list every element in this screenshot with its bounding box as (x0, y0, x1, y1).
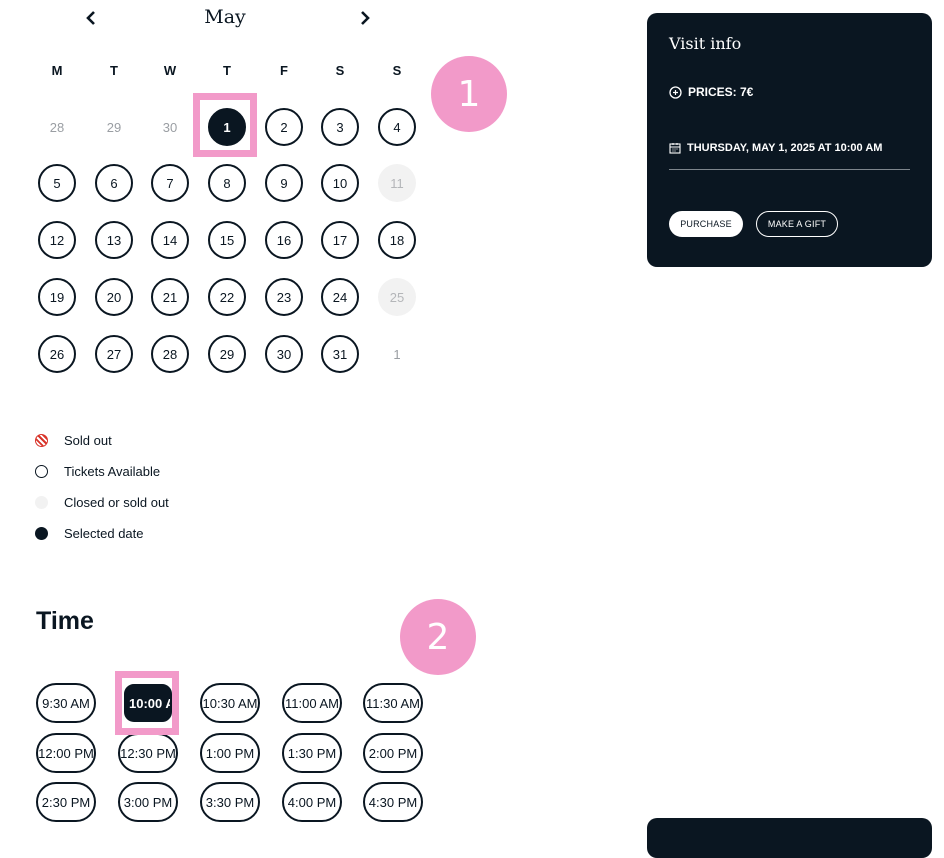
step-badge-1: 1 (431, 56, 507, 132)
calendar-day[interactable]: 2 (265, 108, 303, 146)
date-row: THURSDAY, MAY 1, 2025 AT 10:00 AM (669, 142, 882, 154)
panel-divider (669, 169, 910, 170)
weekday-header: M T W T F S S (0, 63, 430, 79)
closed-swatch (35, 496, 48, 509)
tag-icon (669, 85, 682, 99)
time-slot[interactable]: 4:00 PM (282, 782, 342, 822)
calendar-day[interactable]: 18 (378, 221, 416, 259)
calendar-day[interactable]: 4 (378, 108, 416, 146)
calendar-day[interactable]: 17 (321, 221, 359, 259)
calendar-day[interactable]: 8 (208, 164, 246, 202)
time-slot[interactable]: 4:30 PM (363, 782, 423, 822)
time-slot[interactable]: 11:30 AM (363, 683, 423, 723)
calendar-day[interactable]: 28 (151, 335, 189, 373)
legend-item-available: Tickets Available (35, 456, 169, 487)
calendar-day[interactable]: 13 (95, 221, 133, 259)
calendar-day[interactable]: 3 (321, 108, 359, 146)
time-slot[interactable]: 11:00 AM (282, 683, 342, 723)
calendar-day: 30 (162, 119, 178, 135)
purchase-button[interactable]: PURCHASE (669, 211, 743, 237)
calendar-day[interactable]: 14 (151, 221, 189, 259)
make-a-gift-button[interactable]: MAKE A GIFT (756, 211, 838, 237)
calendar-day[interactable]: 15 (208, 221, 246, 259)
sold-out-swatch (35, 434, 48, 447)
calendar-day[interactable]: 10 (321, 164, 359, 202)
calendar-day: 29 (106, 119, 122, 135)
calendar-day[interactable]: 16 (265, 221, 303, 259)
calendar-day[interactable]: 29 (208, 335, 246, 373)
legend-label: Selected date (64, 526, 144, 541)
time-heading: Time (36, 607, 94, 635)
month-title: May (204, 6, 246, 28)
calendar-day[interactable]: 20 (95, 278, 133, 316)
calendar-legend: Sold out Tickets Available Closed or sol… (35, 425, 169, 549)
visit-info-panel: Visit info PRICES: 7€ THURSDAY, MAY 1, 2… (647, 13, 932, 267)
calendar-day[interactable]: 19 (38, 278, 76, 316)
calendar-day[interactable]: 9 (265, 164, 303, 202)
time-slot[interactable]: 2:30 PM (36, 782, 96, 822)
bottom-summary-panel (647, 818, 932, 858)
time-slot[interactable]: 3:00 PM (118, 782, 178, 822)
time-slot[interactable]: 1:00 PM (200, 733, 260, 773)
calendar-day[interactable]: 22 (208, 278, 246, 316)
available-swatch (35, 465, 48, 478)
weekday-label: T (223, 63, 231, 78)
calendar-day: 1 (393, 346, 401, 362)
calendar-day: 28 (49, 119, 65, 135)
chevron-right-icon (361, 11, 370, 25)
calendar-day-selected[interactable]: 1 (208, 108, 246, 146)
legend-label: Sold out (64, 433, 112, 448)
time-slot[interactable]: 2:00 PM (363, 733, 423, 773)
calendar-day: 11 (378, 164, 416, 202)
weekday-label: S (335, 63, 345, 78)
weekday-label: T (110, 63, 118, 78)
time-slot[interactable]: 9:30 AM (36, 683, 96, 723)
time-slot[interactable]: 1:30 PM (282, 733, 342, 773)
calendar-day[interactable]: 30 (265, 335, 303, 373)
legend-label: Tickets Available (64, 464, 161, 479)
date-text: THURSDAY, MAY 1, 2025 AT 10:00 AM (687, 142, 883, 154)
weekday-label: S (392, 63, 402, 78)
calendar-day[interactable]: 6 (95, 164, 133, 202)
next-month-button[interactable] (350, 4, 380, 32)
calendar-day[interactable]: 26 (38, 335, 76, 373)
calendar-day[interactable]: 31 (321, 335, 359, 373)
legend-item-closed: Closed or sold out (35, 487, 169, 518)
time-slot[interactable]: 12:30 PM (118, 733, 178, 773)
calendar-day[interactable]: 27 (95, 335, 133, 373)
calendar-day: 25 (378, 278, 416, 316)
calendar-day[interactable]: 24 (321, 278, 359, 316)
time-slot-selected[interactable]: 10:00 AM (124, 684, 172, 722)
time-slot[interactable]: 10:30 AM (200, 683, 260, 723)
calendar-day[interactable]: 5 (38, 164, 76, 202)
calendar-day[interactable]: 23 (265, 278, 303, 316)
legend-item-selected: Selected date (35, 518, 169, 549)
weekday-label: F (280, 63, 288, 78)
calendar-day[interactable]: 21 (151, 278, 189, 316)
weekday-label: M (51, 63, 63, 78)
visit-info-title: Visit info (669, 34, 742, 53)
legend-label: Closed or sold out (64, 495, 169, 510)
selected-swatch (35, 527, 48, 540)
weekday-label: W (163, 63, 177, 78)
month-navigation: May (60, 4, 400, 32)
price-text: PRICES: 7€ (688, 85, 754, 99)
calendar-day[interactable]: 7 (151, 164, 189, 202)
step-badge-2: 2 (400, 599, 476, 675)
calendar-day[interactable]: 12 (38, 221, 76, 259)
calendar-icon (669, 143, 681, 154)
time-slot[interactable]: 3:30 PM (200, 782, 260, 822)
price-row: PRICES: 7€ (669, 85, 753, 99)
time-slot[interactable]: 12:00 PM (36, 733, 96, 773)
legend-item-sold-out: Sold out (35, 425, 169, 456)
